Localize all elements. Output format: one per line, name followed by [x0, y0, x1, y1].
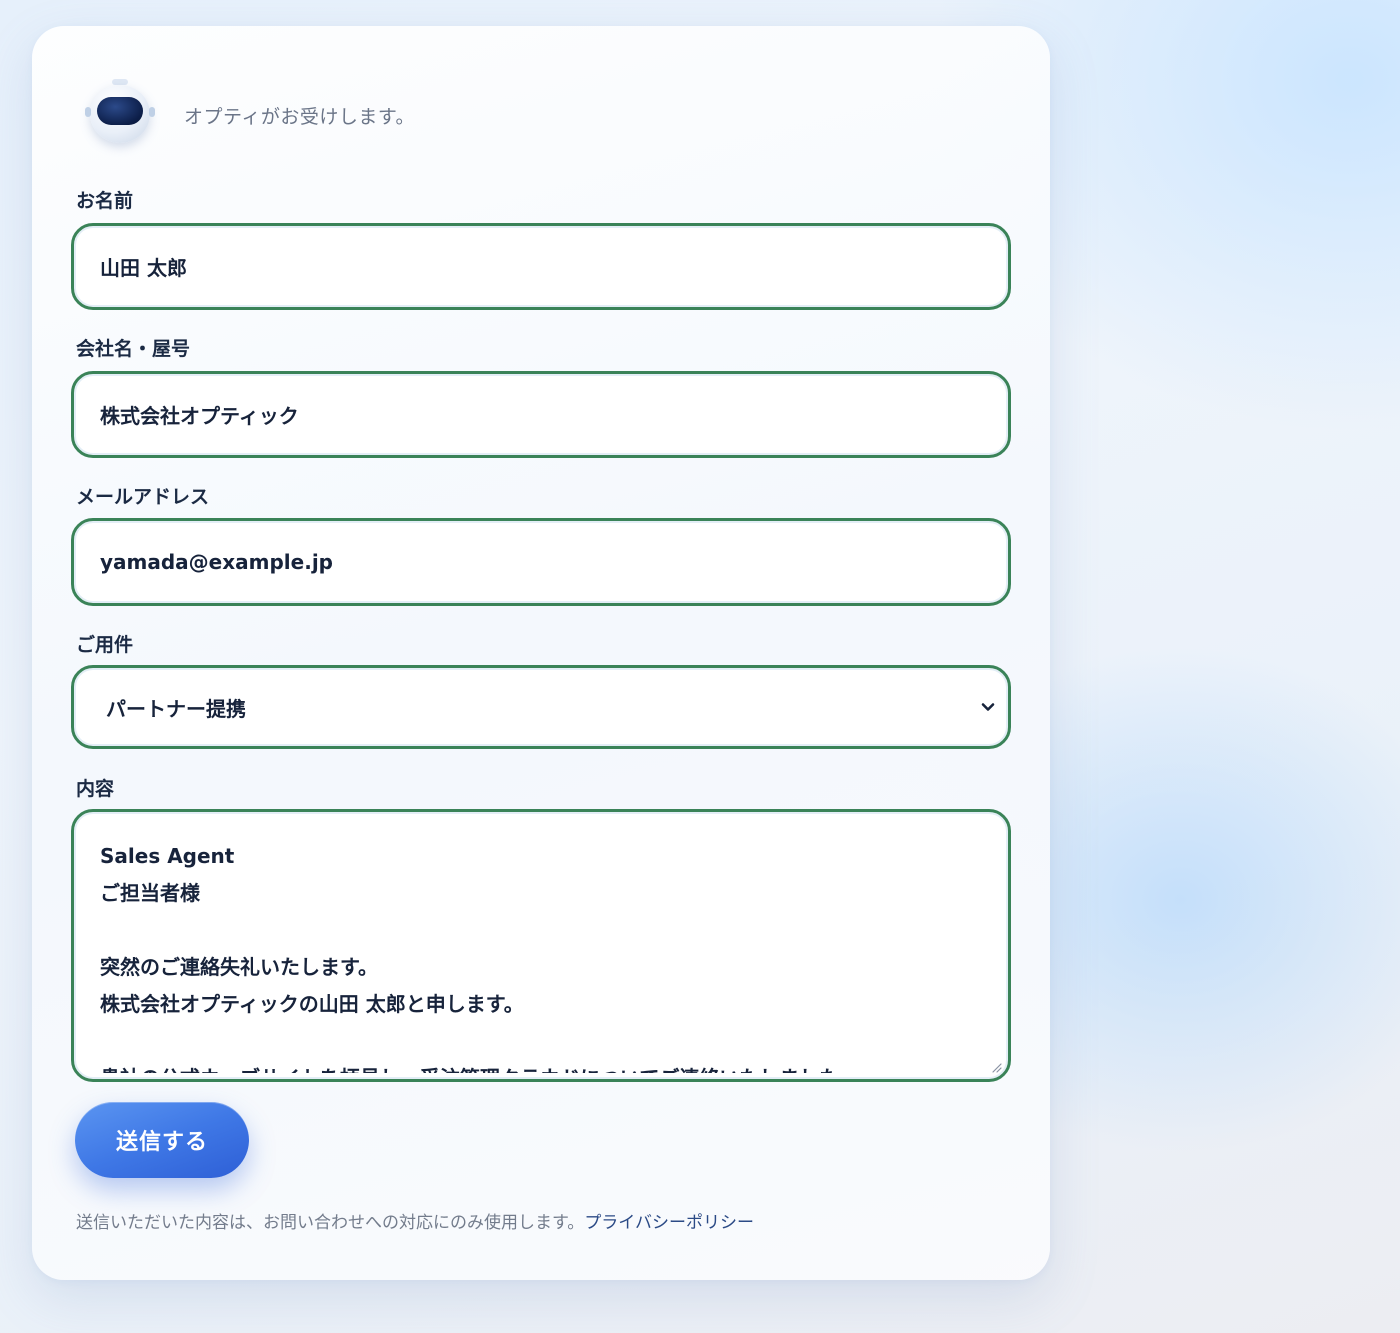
chevron-down-icon	[981, 703, 995, 711]
company-label: 会社名・屋号	[76, 338, 191, 360]
email-field[interactable]: yamada@example.jp	[71, 518, 1011, 606]
content-textarea[interactable]: Sales Agent ご担当者様 突然のご連絡失礼いたします。 株式会社オプテ…	[71, 809, 1011, 1082]
name-field[interactable]: 山田 太郎	[71, 223, 1011, 310]
robot-avatar-icon	[82, 77, 158, 153]
content-line: ご担当者様	[100, 881, 200, 905]
submit-button[interactable]: 送信する	[75, 1102, 249, 1178]
subject-label: ご用件	[76, 634, 134, 656]
privacy-note-text: 送信いただいた内容は、お問い合わせへの対応にのみ使用します。	[76, 1213, 585, 1233]
content-label: 内容	[76, 778, 115, 800]
privacy-note: 送信いただいた内容は、お問い合わせへの対応にのみ使用します。プライバシーポリシー	[76, 1208, 754, 1233]
email-label: メールアドレス	[76, 486, 210, 508]
resize-handle-icon[interactable]	[990, 1061, 1002, 1073]
company-field[interactable]: 株式会社オプティック	[71, 371, 1011, 458]
privacy-policy-link[interactable]: プライバシーポリシー	[584, 1213, 754, 1233]
content-line	[100, 912, 978, 949]
contact-form-card: オプティがお受けします。 お名前 山田 太郎 会社名・屋号 株式会社オプティック…	[32, 26, 1050, 1280]
content-line: 貴社の公式ウェブサイトを拝見し、受注管理クラウドについてご連絡いたしました。	[100, 1060, 978, 1073]
email-input-value: yamada@example.jp	[100, 550, 333, 574]
content-line: Sales Agent	[100, 844, 235, 868]
assistant-header: オプティがお受けします。	[82, 76, 415, 154]
content-text: Sales Agent ご担当者様 突然のご連絡失礼いたします。 株式会社オプテ…	[100, 838, 978, 1073]
assistant-greeting: オプティがお受けします。	[184, 105, 415, 128]
name-input-value: 山田 太郎	[100, 256, 187, 280]
name-label: お名前	[76, 190, 134, 212]
subject-select[interactable]: パートナー提携	[71, 665, 1011, 749]
content-line	[100, 1023, 978, 1060]
subject-selected-value: パートナー提携	[106, 696, 246, 721]
content-line: 株式会社オプティックの山田 太郎と申します。	[100, 992, 524, 1016]
company-input-value: 株式会社オプティック	[100, 404, 299, 428]
content-line: 突然のご連絡失礼いたします。	[100, 955, 378, 979]
